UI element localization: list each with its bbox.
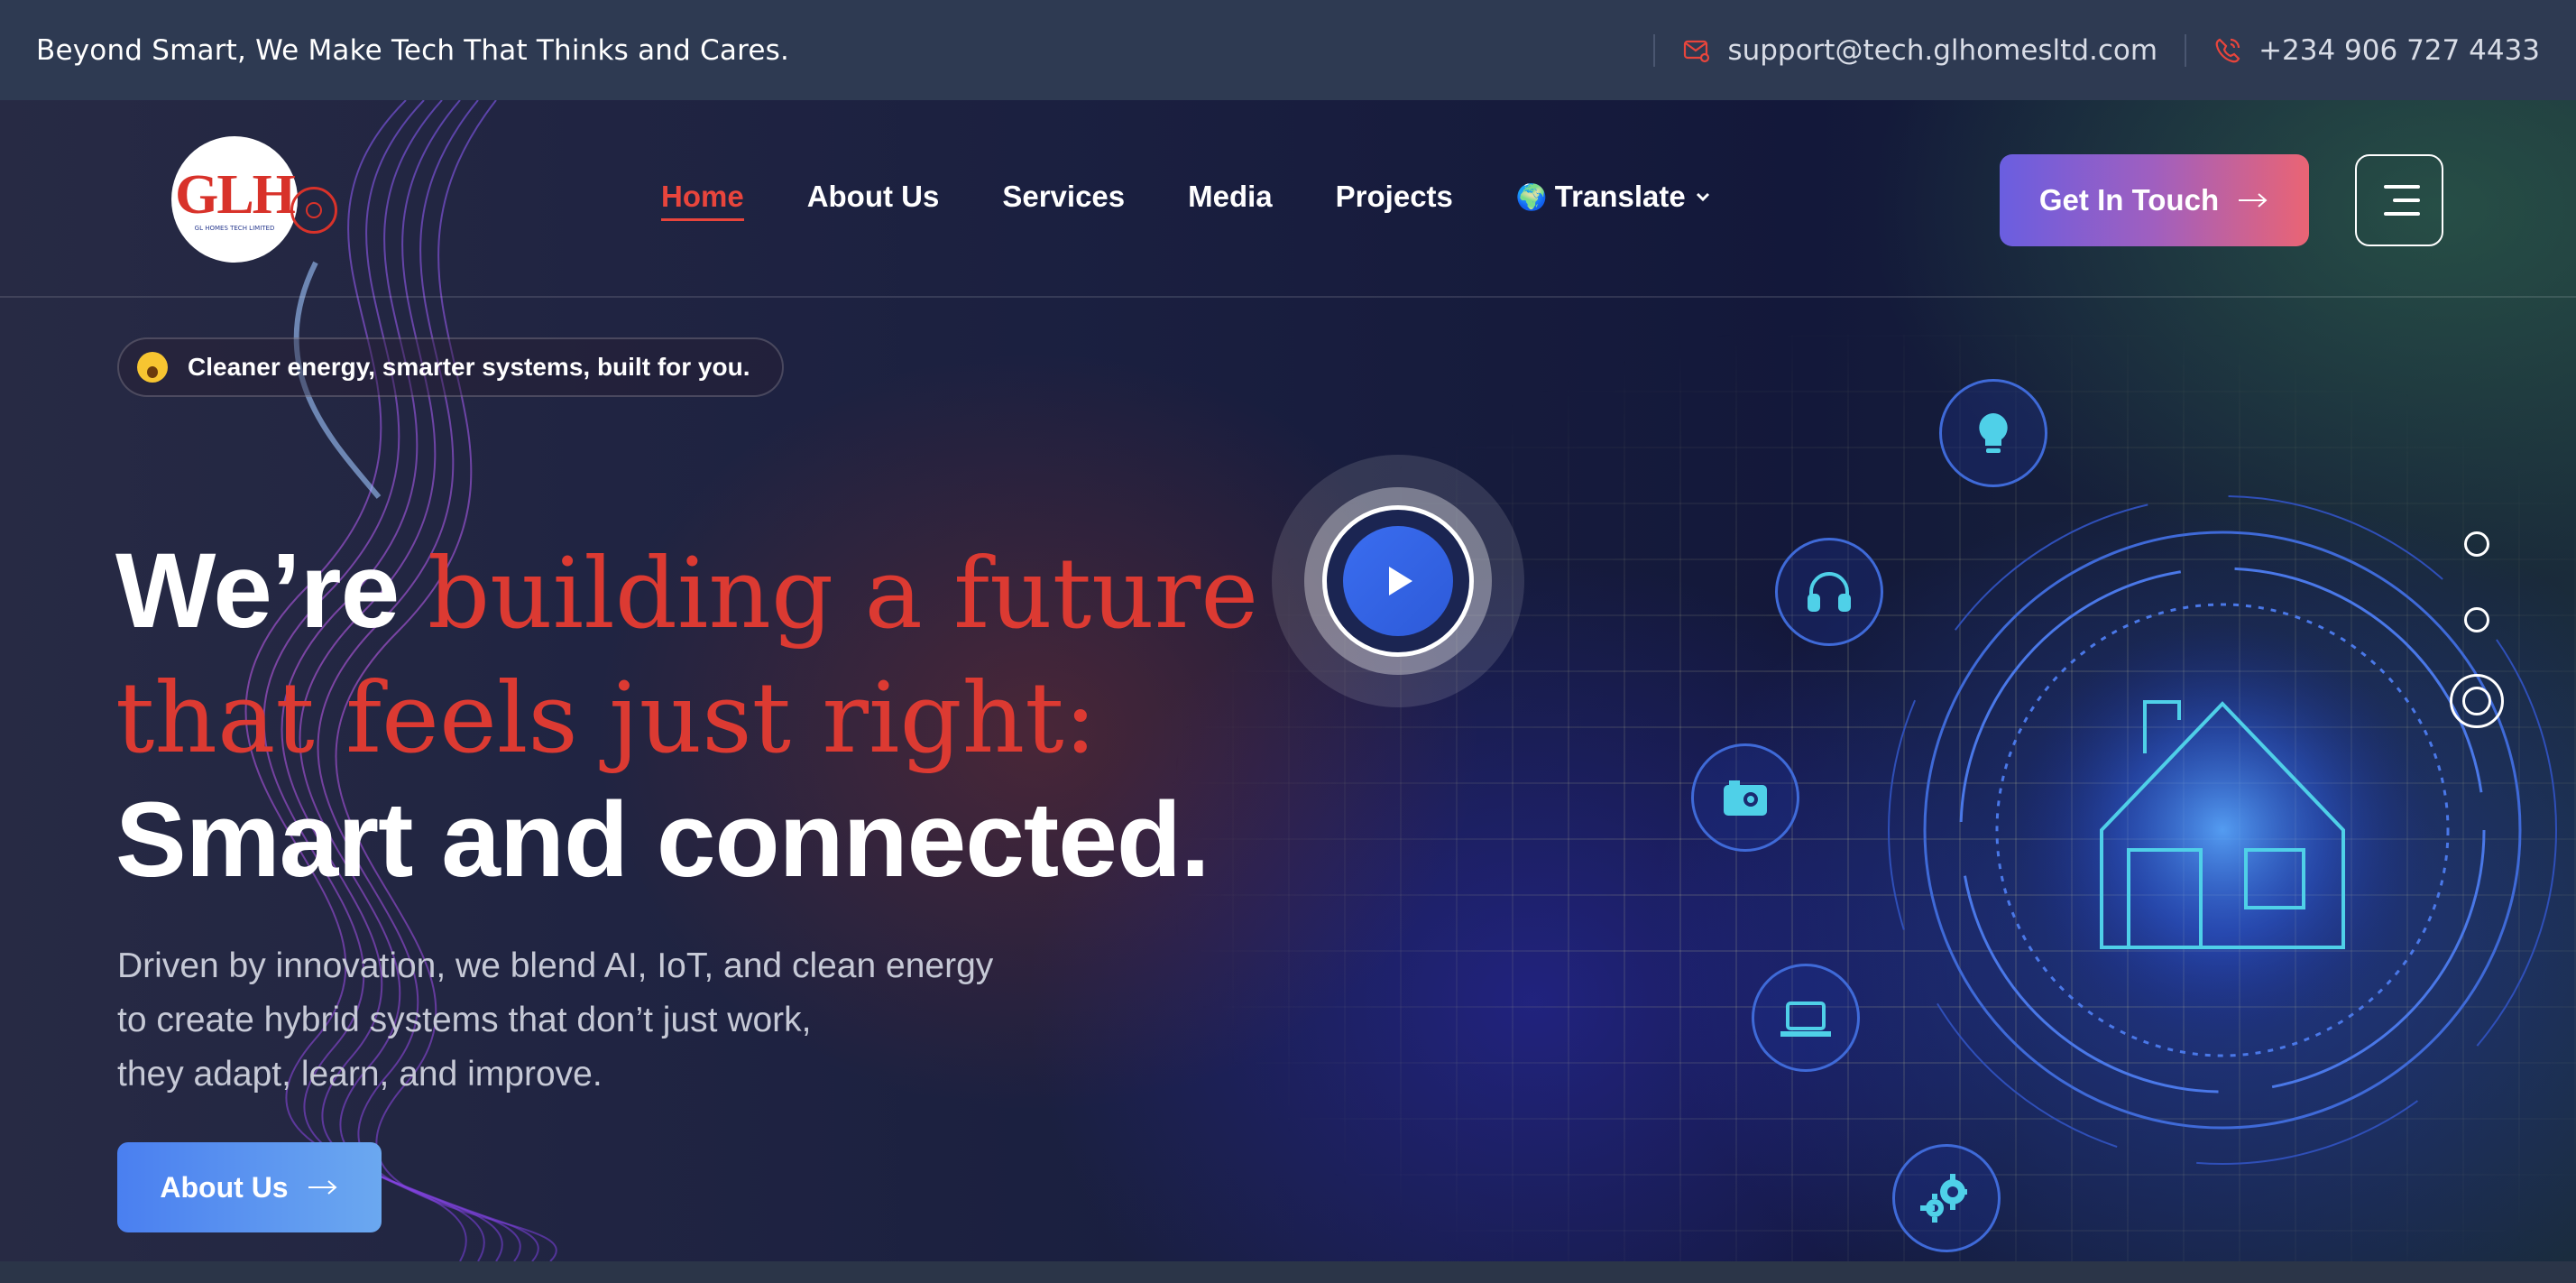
hero-description: Driven by innovation, we blend AI, IoT, … xyxy=(117,939,1164,1102)
gears-icon xyxy=(1892,1144,2001,1252)
menu-line xyxy=(2384,212,2420,216)
badge-text: Cleaner energy, smarter systems, built f… xyxy=(188,353,750,381)
email-link[interactable]: support@tech.glhomesltd.com xyxy=(1682,34,2157,67)
house-rings-graphic xyxy=(1888,495,2557,1165)
smart-home-graphic xyxy=(1678,343,2576,1261)
lightbulb-icon xyxy=(1939,379,2047,487)
hamburger-menu-button[interactable] xyxy=(2355,154,2443,246)
divider xyxy=(2185,33,2187,67)
hero-headline: We’re building a future that feels just … xyxy=(115,531,1258,901)
cta-label: Get In Touch xyxy=(2038,183,2220,217)
menu-line xyxy=(2384,185,2420,189)
hero-section: GLH GL HOMES TECH LIMITED Home About Us … xyxy=(0,100,2576,1261)
description-line: to create hybrid systems that don’t just… xyxy=(117,1001,812,1039)
logo-mark: GLH xyxy=(175,164,296,226)
surprised-emoji-icon xyxy=(137,352,168,383)
translate-dropdown[interactable]: 🌍 Translate xyxy=(1516,180,1713,214)
description-line: Driven by innovation, we blend AI, IoT, … xyxy=(117,946,994,985)
tagline: Beyond Smart, We Make Tech That Thinks a… xyxy=(36,33,790,67)
mail-icon xyxy=(1684,40,1710,62)
description-line: they adapt, learn, and improve. xyxy=(117,1055,603,1094)
about-us-button[interactable]: About Us xyxy=(117,1142,382,1232)
phone-icon xyxy=(2215,38,2240,62)
nav-item-home[interactable]: Home xyxy=(661,180,744,221)
slider-pagination xyxy=(2450,531,2504,728)
slide-dot-2[interactable] xyxy=(2464,607,2489,632)
play-ring xyxy=(1304,487,1492,675)
company-logo[interactable]: GLH GL HOMES TECH LIMITED xyxy=(171,136,298,263)
get-in-touch-button[interactable]: Get In Touch xyxy=(2000,154,2309,246)
slide-dot-3[interactable] xyxy=(2450,674,2504,728)
nav-menu: Home About Us Services Media Projects 🌍 … xyxy=(661,180,1776,221)
arrow-right-icon xyxy=(308,1180,337,1195)
section-divider xyxy=(0,1261,2576,1283)
camera-icon xyxy=(1691,743,1799,852)
arrow-right-icon xyxy=(2239,193,2268,208)
nav-item-projects[interactable]: Projects xyxy=(1336,180,1453,214)
top-bar: Beyond Smart, We Make Tech That Thinks a… xyxy=(0,0,2576,100)
headline-line-1: We’re building a future xyxy=(115,531,1259,651)
nav-item-media[interactable]: Media xyxy=(1188,180,1273,214)
play-core xyxy=(1343,526,1453,636)
nav-item-about-us[interactable]: About Us xyxy=(807,180,940,214)
menu-line xyxy=(2393,198,2420,202)
logo-ornament xyxy=(290,187,337,234)
headline-line-3: Smart and connected. xyxy=(115,780,1210,900)
play-icon xyxy=(1389,567,1412,595)
translate-label: Translate xyxy=(1554,180,1686,213)
chevron-down-icon xyxy=(1696,192,1709,202)
divider xyxy=(1653,33,1656,67)
slide-dot-1[interactable] xyxy=(2464,531,2489,557)
top-contacts: support@tech.glhomesltd.com +234 906 727… xyxy=(1626,0,2540,100)
email-text: support@tech.glhomesltd.com xyxy=(1727,33,2158,67)
play-ring-inner xyxy=(1322,505,1474,657)
nav-item-services[interactable]: Services xyxy=(1002,180,1125,214)
laptop-icon xyxy=(1752,964,1860,1072)
phone-text: +234 906 727 4433 xyxy=(2259,33,2540,67)
play-video-button[interactable] xyxy=(1272,455,1524,707)
main-nav: GLH GL HOMES TECH LIMITED Home About Us … xyxy=(0,100,2576,298)
phone-link[interactable]: +234 906 727 4433 xyxy=(2213,34,2540,67)
about-button-label: About Us xyxy=(160,1170,289,1204)
hero-badge: Cleaner energy, smarter systems, built f… xyxy=(117,337,785,397)
logo-subtitle: GL HOMES TECH LIMITED xyxy=(194,225,275,232)
globe-icon: 🌍 xyxy=(1515,182,1548,211)
headphones-icon xyxy=(1775,538,1883,646)
headline-line-2: that feels just right: xyxy=(115,662,1098,775)
